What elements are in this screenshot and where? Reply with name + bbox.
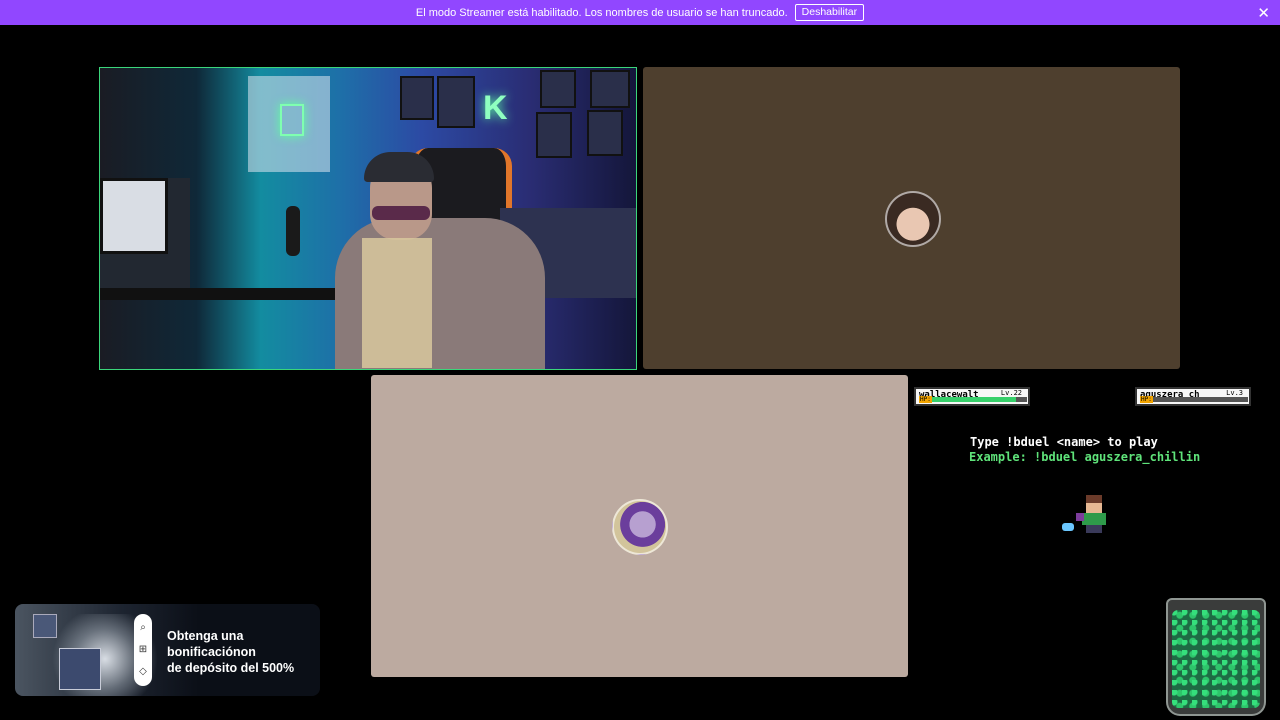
guest-avatar-1 bbox=[885, 191, 941, 247]
player1-hp-label: HP: bbox=[919, 396, 932, 403]
search-icon[interactable]: ⌕ bbox=[140, 623, 146, 633]
player1-hp-bar bbox=[919, 397, 1027, 402]
towel bbox=[362, 238, 432, 368]
desk bbox=[100, 288, 340, 300]
pixel-character-sprite bbox=[1072, 495, 1112, 535]
large-gift-box bbox=[59, 648, 101, 690]
gem-jar bbox=[1166, 598, 1266, 716]
duel-game-overlay: wallacewalt Lv.22 HP: aguszera_ch Lv.3 H… bbox=[912, 385, 1280, 585]
ad-text: Obtenga una bonificaciónon de depósito d… bbox=[167, 628, 294, 676]
neon-sign-left bbox=[280, 104, 304, 136]
player2-hp-bar bbox=[1140, 397, 1248, 402]
disable-streamer-mode-button[interactable]: Deshabilitar bbox=[794, 4, 865, 21]
game-example: Example: !bduel aguszera_chillin bbox=[969, 450, 1201, 464]
small-gift-box bbox=[33, 614, 57, 638]
frame-6 bbox=[587, 110, 623, 156]
streamer-mode-banner: El modo Streamer está habilitado. Los no… bbox=[0, 0, 1280, 25]
ad-icon-pill: ⌕ ⊞ ◇ bbox=[134, 614, 152, 686]
frame-5 bbox=[536, 112, 572, 158]
monitor bbox=[100, 178, 168, 254]
ad-line-2: bonificaciónon bbox=[167, 645, 256, 659]
bonus-ad-card[interactable]: ⌕ ⊞ ◇ Obtenga una bonificaciónon de depó… bbox=[15, 604, 320, 696]
streamer-webcam-tile[interactable]: K bbox=[99, 67, 637, 370]
guest-avatar-2 bbox=[612, 499, 668, 555]
player1-level: Lv.22 bbox=[1000, 389, 1022, 397]
frame-3 bbox=[540, 70, 576, 108]
game-instruction: Type !bduel <name> to play bbox=[970, 435, 1158, 449]
gift-icon[interactable]: ⊞ bbox=[139, 645, 147, 655]
sunglasses bbox=[372, 206, 430, 220]
player1-hp-panel: wallacewalt Lv.22 HP: bbox=[914, 387, 1030, 406]
player2-hp-panel: aguszera_ch Lv.3 HP: bbox=[1135, 387, 1251, 406]
frame-2 bbox=[437, 76, 475, 128]
ad-line-1: Obtenga una bbox=[167, 629, 244, 643]
guest-tile-1[interactable] bbox=[643, 67, 1180, 369]
banner-message: El modo Streamer está habilitado. Los no… bbox=[415, 6, 788, 19]
player2-hp-label: HP: bbox=[1140, 396, 1153, 403]
gem-jar-fill bbox=[1172, 610, 1260, 708]
ad-line-3: de depósito del 500% bbox=[167, 661, 295, 675]
close-icon[interactable]: ✕ bbox=[1257, 4, 1270, 22]
microphone bbox=[286, 206, 300, 256]
player2-level: Lv.3 bbox=[1226, 389, 1243, 397]
frame-1 bbox=[400, 76, 434, 120]
guest-tile-2[interactable] bbox=[371, 375, 908, 677]
streamer-cap bbox=[364, 152, 434, 182]
tag-icon[interactable]: ◇ bbox=[139, 667, 147, 677]
pixel-projectile bbox=[1062, 523, 1074, 531]
frame-4 bbox=[590, 70, 630, 108]
neon-sign-k: K bbox=[483, 89, 508, 127]
